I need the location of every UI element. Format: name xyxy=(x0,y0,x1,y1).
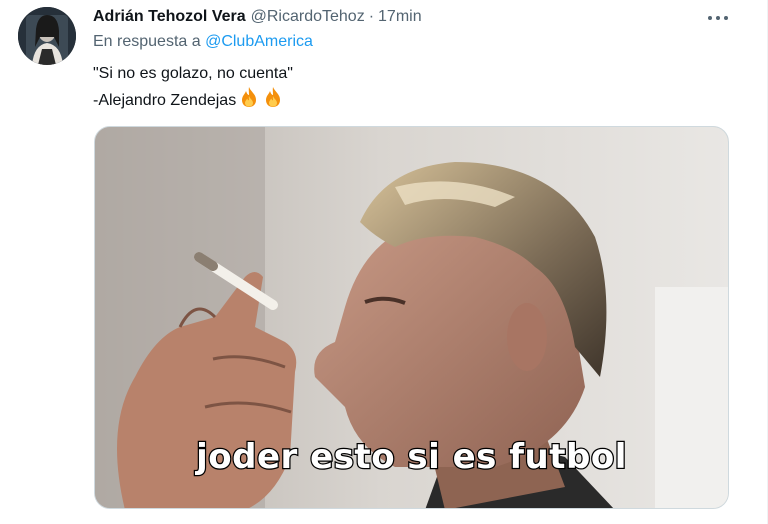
avatar-image xyxy=(18,7,76,65)
fire-emoji xyxy=(262,86,284,116)
author-display-name[interactable]: Adrián Tehozol Vera xyxy=(93,8,246,26)
more-button[interactable] xyxy=(700,6,736,30)
meme-caption: joder esto si es futbol xyxy=(195,436,628,479)
reply-mention-link[interactable]: @ClubAmerica xyxy=(205,33,313,50)
reply-context: En respuesta a @ClubAmerica xyxy=(93,33,313,51)
tweet-header: Adrián Tehozol Vera @RicardoTehoz · 17mi… xyxy=(93,6,422,28)
author-handle[interactable]: @RicardoTehoz xyxy=(251,8,365,26)
tweet-text: "Si no es golazo, no cuenta" -Alejandro … xyxy=(93,62,293,116)
tweet[interactable]: Adrián Tehozol Vera @RicardoTehoz · 17mi… xyxy=(0,0,768,524)
tweet-timestamp[interactable]: 17min xyxy=(378,8,422,26)
tweet-text-segment: -Alejandro Zendejas xyxy=(93,92,237,109)
fire-emoji xyxy=(238,86,260,116)
reply-prefix: En respuesta a xyxy=(93,33,201,50)
more-horizontal-icon xyxy=(708,16,728,20)
header-separator: · xyxy=(368,8,375,25)
tweet-text-line: "Si no es golazo, no cuenta" xyxy=(93,65,293,82)
tweet-media-image[interactable]: joder esto si es futbol xyxy=(94,126,729,509)
avatar[interactable] xyxy=(18,7,76,65)
tweet-text-line: -Alejandro Zendejas xyxy=(93,86,293,116)
